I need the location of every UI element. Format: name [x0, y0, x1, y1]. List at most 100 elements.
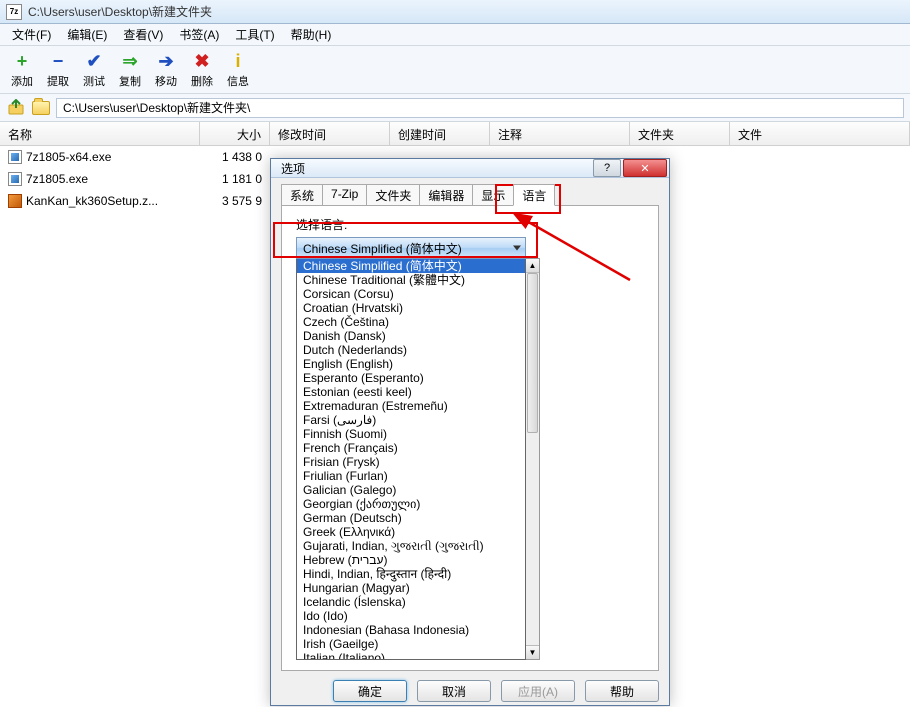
toolbar-icon: + [11, 51, 33, 73]
language-listbox[interactable]: Chinese Simplified (简体中文)Chinese Traditi… [296, 258, 526, 660]
column-folder[interactable]: 文件夹 [630, 122, 730, 145]
toolbar-icon: ⇒ [119, 51, 141, 73]
toolbar-label: 删除 [191, 73, 213, 89]
language-option[interactable]: Farsi (فارسی) [297, 413, 525, 427]
language-option[interactable]: Esperanto (Esperanto) [297, 371, 525, 385]
toolbar-icon: − [47, 51, 69, 73]
language-option[interactable]: Icelandic (Íslenska) [297, 595, 525, 609]
dialog-help-button[interactable]: ? [593, 159, 621, 177]
file-icon [8, 194, 22, 208]
toolbar-button[interactable]: −提取 [42, 51, 74, 89]
dialog-close-button[interactable]: ✕ [623, 159, 667, 177]
tab[interactable]: 7-Zip [322, 184, 367, 205]
toolbar-label: 信息 [227, 73, 249, 89]
toolbar-icon: ✔ [83, 51, 105, 73]
scroll-down-button[interactable]: ▼ [526, 645, 539, 659]
menu-item[interactable]: 查看(V) [115, 24, 171, 45]
help-button[interactable]: 帮助 [585, 680, 659, 702]
toolbar-button[interactable]: ✔测试 [78, 51, 110, 89]
ok-button[interactable]: 确定 [333, 680, 407, 702]
menu-item[interactable]: 帮助(H) [283, 24, 340, 45]
language-option[interactable]: Finnish (Suomi) [297, 427, 525, 441]
scroll-track[interactable] [526, 273, 539, 645]
cancel-button[interactable]: 取消 [417, 680, 491, 702]
app-icon: 7z [6, 4, 22, 20]
menu-item[interactable]: 编辑(E) [59, 24, 115, 45]
language-option[interactable]: English (English) [297, 357, 525, 371]
window-title: C:\Users\user\Desktop\新建文件夹 [28, 3, 212, 20]
scroll-up-button[interactable]: ▲ [526, 259, 539, 273]
file-name: 7z1805-x64.exe [26, 150, 111, 164]
path-input[interactable] [56, 98, 904, 118]
menu-item[interactable]: 文件(F) [4, 24, 59, 45]
options-dialog: 选项 ? ✕ 系统7-Zip文件夹编辑器显示语言 选择语言: Chinese S… [270, 158, 670, 706]
tab-panel-language: 选择语言: Chinese Simplified (简体中文) Chinese … [281, 206, 659, 671]
language-option[interactable]: Friulian (Furlan) [297, 469, 525, 483]
column-created[interactable]: 创建时间 [390, 122, 490, 145]
column-comment[interactable]: 注释 [490, 122, 630, 145]
language-option[interactable]: Hebrew (עברית) [297, 553, 525, 567]
toolbar-icon: ➔ [155, 51, 177, 73]
language-combobox[interactable]: Chinese Simplified (简体中文) [296, 237, 526, 259]
language-option[interactable]: Dutch (Nederlands) [297, 343, 525, 357]
language-option[interactable]: Galician (Galego) [297, 483, 525, 497]
language-option[interactable]: Estonian (eesti keel) [297, 385, 525, 399]
file-name: KanKan_kk360Setup.z... [26, 194, 158, 208]
menu-item[interactable]: 书签(A) [171, 24, 227, 45]
language-option[interactable]: Chinese Simplified (简体中文) [297, 259, 525, 273]
dialog-title: 选项 [281, 160, 591, 177]
tab[interactable]: 系统 [281, 184, 323, 205]
titlebar: 7z C:\Users\user\Desktop\新建文件夹 [0, 0, 910, 24]
language-label: 选择语言: [296, 216, 644, 233]
language-option[interactable]: Corsican (Corsu) [297, 287, 525, 301]
language-option[interactable]: Indonesian (Bahasa Indonesia) [297, 623, 525, 637]
tab[interactable]: 语言 [513, 184, 555, 206]
tab[interactable]: 显示 [472, 184, 514, 205]
scroll-thumb[interactable] [527, 273, 538, 433]
toolbar-button[interactable]: ➔移动 [150, 51, 182, 89]
column-file[interactable]: 文件 [730, 122, 910, 145]
column-size[interactable]: 大小 [200, 122, 270, 145]
column-name[interactable]: 名称 [0, 122, 200, 145]
language-option[interactable]: Czech (Čeština) [297, 315, 525, 329]
menu-item[interactable]: 工具(T) [227, 24, 282, 45]
language-option[interactable]: Georgian (ქართული) [297, 497, 525, 511]
language-option[interactable]: Italian (Italiano) [297, 651, 525, 660]
language-option[interactable]: Gujarati, Indian, ગુજરાતી (ગુજરાતી) [297, 539, 525, 553]
column-modified[interactable]: 修改时间 [270, 122, 390, 145]
language-option[interactable]: Frisian (Frysk) [297, 455, 525, 469]
list-header: 名称 大小 修改时间 创建时间 注释 文件夹 文件 [0, 122, 910, 146]
language-option[interactable]: Danish (Dansk) [297, 329, 525, 343]
toolbar-label: 复制 [119, 73, 141, 89]
language-option[interactable]: Irish (Gaeilge) [297, 637, 525, 651]
listbox-scrollbar[interactable]: ▲ ▼ [526, 258, 540, 660]
toolbar-icon: ✖ [191, 51, 213, 73]
toolbar-button[interactable]: i信息 [222, 51, 254, 89]
tab[interactable]: 文件夹 [366, 184, 420, 205]
file-name: 7z1805.exe [26, 172, 88, 186]
tab[interactable]: 编辑器 [419, 184, 473, 205]
language-option[interactable]: French (Français) [297, 441, 525, 455]
up-folder-icon[interactable] [6, 98, 26, 118]
language-option[interactable]: Hindi, Indian, हिन्दुस्तान (हिन्दी) [297, 567, 525, 581]
language-option[interactable]: Ido (Ido) [297, 609, 525, 623]
dialog-tabs: 系统7-Zip文件夹编辑器显示语言 [281, 184, 659, 206]
addressbar [0, 94, 910, 122]
language-option[interactable]: Croatian (Hrvatski) [297, 301, 525, 315]
toolbar-label: 移动 [155, 73, 177, 89]
language-option[interactable]: Greek (Ελληνικά) [297, 525, 525, 539]
combobox-value: Chinese Simplified (简体中文) [303, 240, 462, 257]
toolbar-label: 添加 [11, 73, 33, 89]
apply-button[interactable]: 应用(A) [501, 680, 575, 702]
chevron-down-icon [513, 246, 521, 251]
language-option[interactable]: Chinese Traditional (繁體中文) [297, 273, 525, 287]
language-option[interactable]: Extremaduran (Estremeñu) [297, 399, 525, 413]
toolbar-button[interactable]: ⇒复制 [114, 51, 146, 89]
toolbar-button[interactable]: +添加 [6, 51, 38, 89]
toolbar-button[interactable]: ✖删除 [186, 51, 218, 89]
dialog-titlebar: 选项 ? ✕ [271, 159, 669, 178]
file-icon [8, 150, 22, 164]
language-option[interactable]: Hungarian (Magyar) [297, 581, 525, 595]
toolbar: +添加−提取✔测试⇒复制➔移动✖删除i信息 [0, 46, 910, 94]
language-option[interactable]: German (Deutsch) [297, 511, 525, 525]
